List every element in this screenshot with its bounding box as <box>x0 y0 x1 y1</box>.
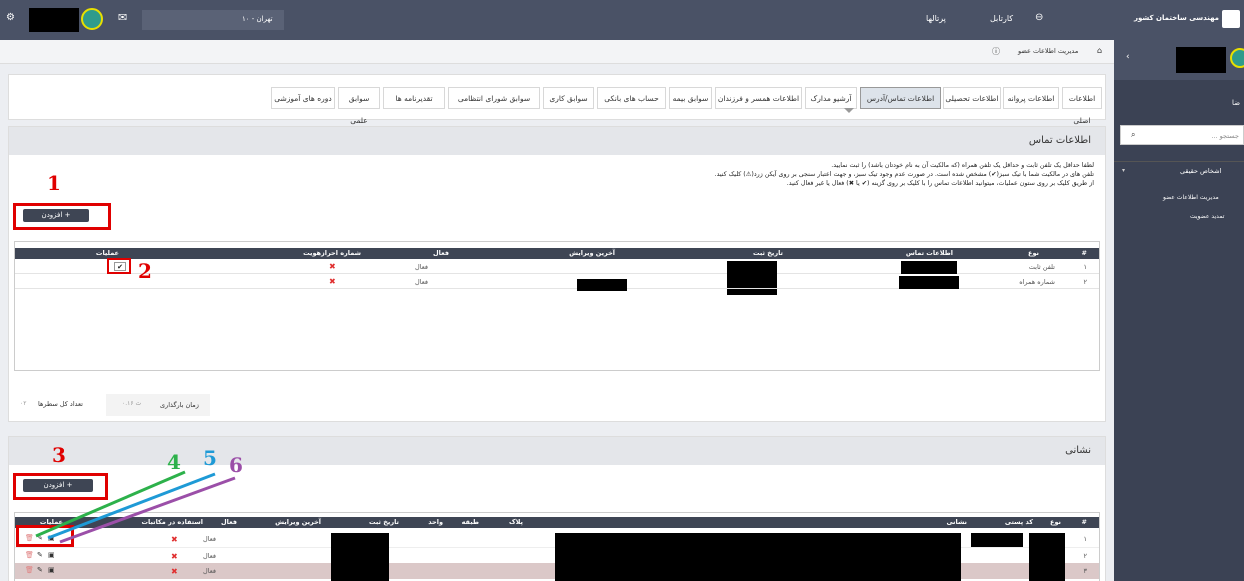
annotation-lines <box>35 470 236 544</box>
annotation-line-5 <box>47 472 216 540</box>
